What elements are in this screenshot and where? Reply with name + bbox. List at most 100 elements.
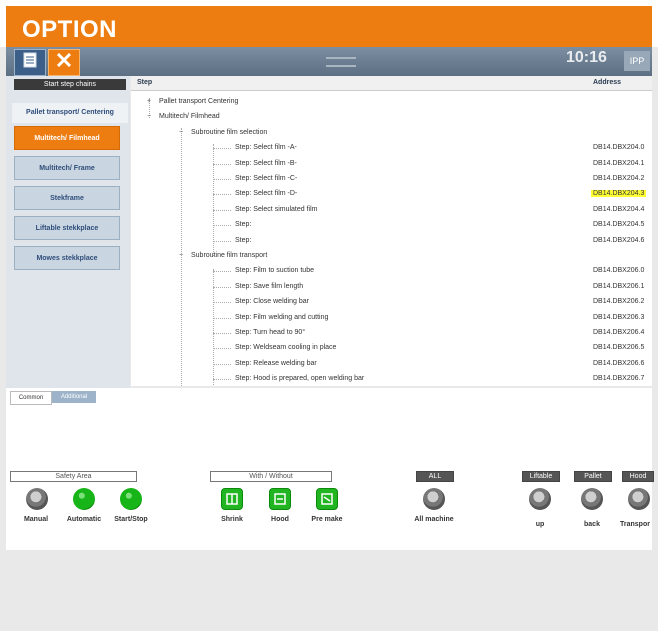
up-label: up	[535, 521, 545, 528]
tree-row[interactable]: Step: Film to suction tube DB14.DBX206.0	[131, 263, 652, 278]
automatic-label: Automatic	[66, 516, 102, 523]
tree-row-address: DB14.DBX206.5	[593, 344, 645, 352]
tree-row-address: DB14.DBX206.2	[593, 298, 645, 306]
tree-row-address: DB14.DBX206.3	[593, 313, 645, 321]
sidebar-item-multitech-frame[interactable]: Multitech/ Frame	[14, 156, 120, 180]
banner: OPTION	[0, 0, 658, 47]
sidebar-item-multitech-filmhead[interactable]: Multitech/ Filmhead	[14, 126, 120, 150]
expand-toggle-icon[interactable]: +	[147, 98, 155, 105]
tree-row-address: DB14.DBX204.4	[593, 205, 645, 213]
tree-row-label: Step: Select film -C-	[235, 175, 298, 182]
tree-row[interactable]: Step: Turn head to 90° DB14.DBX206.4	[131, 325, 652, 340]
safety-area-label: Safety Area	[10, 471, 137, 482]
footer-area	[6, 550, 652, 631]
sidebar-item-stekframe[interactable]: Stekframe	[14, 186, 120, 210]
tree-row-address: DB14.DBX206.6	[593, 359, 645, 367]
tree-row-label: Multitech/ Filmhead	[159, 113, 220, 121]
tree-row[interactable]: Step: Select film -C- DB14.DBX204.2	[131, 171, 652, 186]
tree-row[interactable]: Step: Weldseam cooling in place DB14.DBX2…	[131, 340, 652, 355]
liftable-label: Liftable	[522, 471, 560, 482]
tree-row[interactable]: Step: Close welding bar DB14.DBX206.2	[131, 294, 652, 309]
manual-button[interactable]	[26, 488, 48, 510]
tree-row[interactable]: Step: Select film -D- DB14.DBX204.3	[131, 186, 652, 201]
tree-header: Step Address	[131, 76, 652, 91]
tree-row-label: Step: Weldseam cooling in place	[235, 344, 337, 352]
clock: 10:16	[566, 49, 607, 66]
tree-row-label: Subroutine film selection	[191, 128, 268, 136]
tree-row[interactable]: − Subroutine film transport	[131, 248, 652, 263]
document-button[interactable]	[14, 49, 46, 76]
start-step-chains-button[interactable]: Start step chains	[14, 79, 126, 90]
tree-row-label: Pallet transport Centering	[159, 98, 239, 105]
tree-row-label: Step: Release welding bar	[235, 359, 317, 367]
tree-row-label: Step: Film to suction tube	[235, 267, 314, 275]
liftable-up-button[interactable]	[529, 488, 551, 510]
tree-row-label: Step: Close welding bar	[235, 298, 309, 306]
company-logo: IPP	[624, 51, 650, 71]
tab-additional[interactable]: Additional	[52, 391, 96, 403]
tree-row-address: DB14.DBX206.0	[593, 267, 645, 275]
expand-toggle-icon[interactable]: −	[147, 113, 155, 120]
tree-row[interactable]: Step: Film welding and cutting DB14.DBX20…	[131, 310, 652, 325]
shrink-label: Shrink	[221, 516, 243, 523]
tree-row[interactable]: − Multitech/ Filmhead	[131, 109, 652, 124]
tree-row-label: Step: Select film -D-	[235, 190, 298, 198]
hood-transport-button[interactable]	[628, 488, 650, 510]
hood-icon	[274, 493, 286, 505]
automatic-button[interactable]	[73, 488, 95, 510]
start-stop-button[interactable]	[120, 488, 142, 510]
tree-row[interactable]: Step: Release welding bar DB14.DBX206.6	[131, 356, 652, 371]
tab-common[interactable]: Common	[10, 391, 52, 405]
pre-make-label: Pre make	[311, 516, 343, 523]
banner-bar: OPTION	[6, 6, 652, 47]
tree-row[interactable]: Step: Save film length DB14.DBX206.1	[131, 279, 652, 294]
sidebar-item-pallet-transport[interactable]: Pallet transport/ Centering	[12, 103, 128, 123]
tree-row-address: DB14.DBX204.0	[593, 144, 645, 152]
column-header-step: Step	[137, 79, 153, 86]
tree-row-address: DB14.DBX206.4	[593, 329, 645, 336]
pallet-label: Pallet	[574, 471, 612, 482]
sidebar-item-mowes-stekkplace[interactable]: Mowes stekkplace	[14, 246, 120, 270]
start-stop-label: Start/Stop	[114, 516, 148, 523]
tree-row-label: Step: Save film length	[235, 282, 304, 290]
column-header-address: Address	[593, 79, 622, 86]
tree-row[interactable]: + Pallet transport Centering	[131, 94, 652, 109]
expand-toggle-icon[interactable]: −	[179, 129, 187, 136]
tree-row-address: DB14.DBX204.5	[593, 221, 645, 229]
all-machine-button[interactable]	[423, 488, 445, 510]
menu-handle-icon[interactable]	[326, 57, 356, 67]
tools-icon	[55, 51, 73, 74]
tree-row-label: Step: Select film -A-	[235, 144, 297, 152]
back-label: back	[584, 521, 600, 528]
top-toolbar: 10:16 IPP	[6, 47, 652, 76]
tree-row-label: Step:	[235, 236, 252, 244]
expand-toggle-icon[interactable]: −	[179, 252, 187, 259]
control-panel: Common Additional Safety Area With / Wit…	[6, 388, 654, 550]
page-title: OPTION	[22, 16, 118, 43]
tree-row-address: DB14.DBX204.3	[591, 190, 647, 198]
tree-row[interactable]: Step: DB14.DBX204.5	[131, 217, 652, 232]
pre-make-toggle[interactable]	[316, 488, 338, 510]
shrink-icon	[226, 493, 238, 505]
tree-row-label: Subroutine film transport	[191, 252, 268, 259]
tree-row-address: DB14.DBX206.1	[593, 282, 645, 290]
pallet-back-button[interactable]	[581, 488, 603, 510]
tools-button[interactable]	[48, 49, 80, 76]
sidebar: Start step chains Pallet transport/ Cent…	[6, 76, 130, 388]
tree-row[interactable]: Step: Hood is prepared, open welding bar…	[131, 371, 652, 386]
tree-row-address: DB14.DBX204.6	[593, 236, 645, 244]
tree-row-label: Step: Select film -B-	[235, 159, 297, 167]
tree-row[interactable]: Step: Select film -A- DB14.DBX204.0	[131, 140, 652, 155]
sidebar-item-liftable-stekkplace[interactable]: Liftable stekkplace	[14, 216, 120, 240]
tree-row-label: Step: Select simulated film	[235, 205, 318, 213]
with-without-label: With / Without	[210, 471, 332, 482]
manual-label: Manual	[23, 516, 49, 523]
shrink-toggle[interactable]	[221, 488, 243, 510]
tree-row[interactable]: Step: Select film -B- DB14.DBX204.1	[131, 156, 652, 171]
tree-row[interactable]: Step: DB14.DBX204.6	[131, 233, 652, 248]
hood-toggle[interactable]	[269, 488, 291, 510]
tree-row[interactable]: Step: Select simulated film DB14.DBX204.4	[131, 202, 652, 217]
tree-row[interactable]: − Subroutine film selection	[131, 125, 652, 140]
pre-make-icon	[321, 493, 333, 505]
tree-row-label: Step:	[235, 221, 252, 229]
